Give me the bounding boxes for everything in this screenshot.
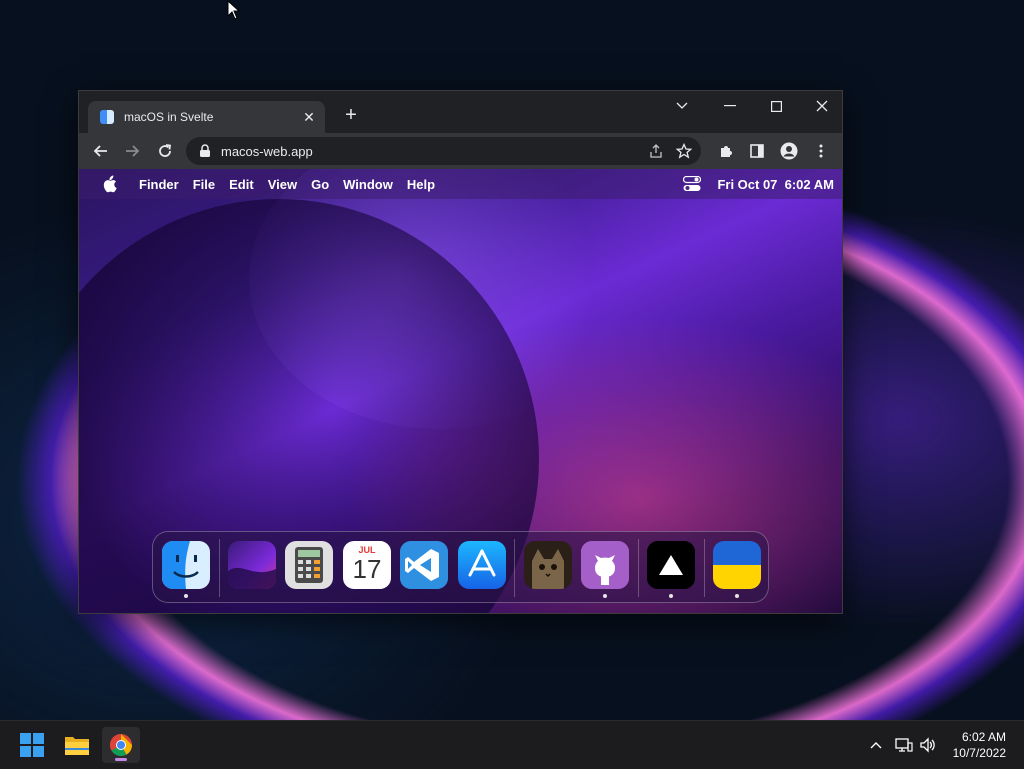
puzzle-icon bbox=[721, 146, 732, 157]
menu-view[interactable]: View bbox=[268, 177, 297, 192]
share-icon bbox=[650, 144, 662, 158]
maximize-icon bbox=[770, 100, 782, 112]
tab-strip: macOS in Svelte ✕ + bbox=[79, 91, 842, 133]
file-explorer-button[interactable] bbox=[58, 727, 96, 763]
url-text: macos-web.app bbox=[221, 143, 313, 159]
dock-vercel[interactable] bbox=[647, 541, 695, 589]
reload-icon bbox=[159, 144, 172, 157]
finder-running-indicator bbox=[184, 594, 188, 598]
dock: JUL 17 bbox=[152, 531, 769, 603]
calculator-icon bbox=[285, 541, 333, 589]
profile-button[interactable] bbox=[778, 140, 800, 162]
dock-separator bbox=[514, 539, 515, 597]
tab-macos-in-svelte[interactable]: macOS in Svelte ✕ bbox=[88, 101, 325, 133]
start-button[interactable] bbox=[13, 727, 51, 763]
ukraine-running-indicator bbox=[735, 594, 739, 598]
apple-logo-icon[interactable] bbox=[101, 175, 117, 193]
dock-wallpapers[interactable] bbox=[228, 541, 276, 589]
speaker-icon bbox=[920, 737, 935, 753]
finder-icon bbox=[162, 541, 210, 589]
chrome-active-indicator bbox=[115, 758, 127, 761]
minimize-button[interactable] bbox=[715, 91, 745, 121]
taskbar-date: 10/7/2022 bbox=[952, 746, 1006, 760]
back-button[interactable] bbox=[90, 140, 112, 162]
dock-separator bbox=[704, 539, 705, 597]
dock-calendar[interactable]: JUL 17 bbox=[343, 541, 391, 589]
folder-icon bbox=[65, 737, 89, 755]
tab-search-button[interactable] bbox=[669, 91, 695, 121]
share-button[interactable] bbox=[645, 140, 667, 162]
macos-desktop: Finder File Edit View Go Window Help Fri… bbox=[79, 169, 842, 613]
maximize-button[interactable] bbox=[761, 91, 791, 121]
dock-finder[interactable] bbox=[162, 541, 210, 589]
forward-button[interactable] bbox=[121, 140, 143, 162]
mouse-cursor-icon bbox=[227, 0, 241, 20]
chevron-down-icon bbox=[676, 102, 688, 109]
calendar-day: 17 bbox=[352, 554, 382, 584]
github-icon bbox=[581, 541, 629, 589]
tab-title: macOS in Svelte bbox=[124, 110, 214, 124]
dock-cat-photo[interactable] bbox=[524, 541, 572, 589]
close-window-button[interactable] bbox=[807, 91, 837, 121]
windows-taskbar: 6:02 AM 10/7/2022 bbox=[0, 720, 1024, 769]
dock-ukraine[interactable] bbox=[713, 541, 761, 589]
menu-finder[interactable]: Finder bbox=[139, 177, 179, 192]
star-icon bbox=[676, 143, 692, 159]
menu-file[interactable]: File bbox=[193, 177, 215, 192]
triangle-icon bbox=[647, 541, 695, 589]
menu-help[interactable]: Help bbox=[407, 177, 435, 192]
dock-app-store[interactable] bbox=[458, 541, 506, 589]
close-icon bbox=[816, 100, 828, 112]
bookmark-button[interactable] bbox=[673, 140, 695, 162]
vercel-running-indicator bbox=[669, 594, 673, 598]
lock-icon bbox=[200, 144, 210, 157]
extensions-button[interactable] bbox=[715, 140, 737, 162]
side-panel-button[interactable] bbox=[746, 140, 768, 162]
cat-avatar-icon bbox=[524, 541, 572, 589]
menu-window[interactable]: Window bbox=[343, 177, 393, 192]
ukraine-flag-icon bbox=[713, 541, 761, 589]
chrome-taskbar-button[interactable] bbox=[102, 727, 140, 763]
kebab-menu-icon bbox=[819, 144, 823, 158]
vscode-icon bbox=[400, 541, 448, 589]
menu-go[interactable]: Go bbox=[311, 177, 329, 192]
arrow-right-icon bbox=[126, 145, 140, 157]
macos-menubar: Finder File Edit View Go Window Help Fri… bbox=[79, 169, 842, 199]
show-hidden-icons-button[interactable] bbox=[866, 735, 886, 755]
menu-edit[interactable]: Edit bbox=[229, 177, 254, 192]
browser-window: macOS in Svelte ✕ + macos-web.app Finder… bbox=[78, 90, 843, 614]
tab-close-button[interactable]: ✕ bbox=[299, 109, 319, 126]
reload-button[interactable] bbox=[154, 140, 176, 162]
finder-favicon-icon bbox=[100, 110, 114, 124]
profile-icon bbox=[780, 142, 798, 160]
app-store-icon bbox=[458, 541, 506, 589]
network-icon bbox=[895, 738, 913, 752]
arrow-left-icon bbox=[93, 145, 107, 157]
dock-separator bbox=[219, 539, 220, 597]
new-tab-button[interactable]: + bbox=[339, 104, 363, 127]
address-bar[interactable]: macos-web.app bbox=[186, 137, 701, 165]
chrome-icon bbox=[110, 734, 132, 756]
taskbar-time: 6:02 AM bbox=[961, 730, 1006, 744]
browser-toolbar: macos-web.app bbox=[79, 133, 842, 169]
dock-separator bbox=[638, 539, 639, 597]
wallpaper-icon bbox=[228, 541, 276, 589]
chevron-up-icon bbox=[870, 742, 882, 749]
taskbar-clock[interactable]: 6:02 AM 10/7/2022 bbox=[953, 729, 1006, 761]
side-panel-icon bbox=[750, 144, 764, 158]
network-button[interactable] bbox=[894, 735, 914, 755]
volume-button[interactable] bbox=[918, 735, 938, 755]
minimize-icon bbox=[724, 105, 736, 107]
dock-calculator[interactable] bbox=[285, 541, 333, 589]
menu-button[interactable] bbox=[810, 140, 832, 162]
menubar-clock[interactable]: Fri Oct 07 6:02 AM bbox=[717, 177, 834, 192]
dock-vscode[interactable] bbox=[400, 541, 448, 589]
dock-github[interactable] bbox=[581, 541, 629, 589]
control-center-icon[interactable] bbox=[683, 176, 702, 192]
windows-logo-icon bbox=[20, 733, 44, 757]
github-running-indicator bbox=[603, 594, 607, 598]
